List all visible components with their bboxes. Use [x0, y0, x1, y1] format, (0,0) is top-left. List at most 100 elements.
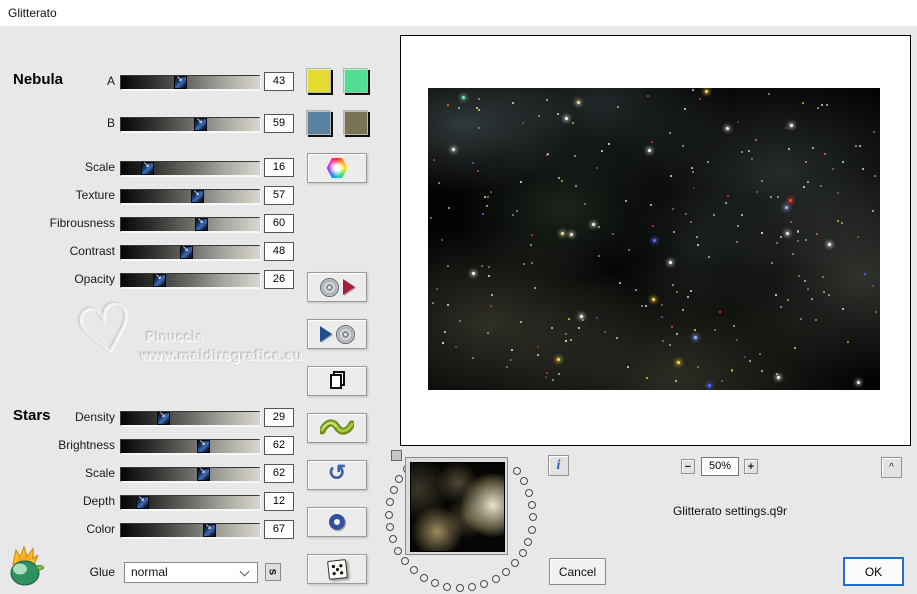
star — [690, 290, 692, 292]
star — [552, 379, 554, 381]
star — [785, 206, 788, 209]
slider-thumb[interactable]: ↘ — [136, 494, 149, 509]
nebula-b-slider[interactable]: ↘ — [120, 116, 260, 132]
reset-button[interactable] — [307, 507, 367, 537]
slider-thumb[interactable]: ↘ — [141, 160, 154, 175]
nebula-contrast-slider[interactable]: ↘ — [120, 244, 260, 260]
star — [761, 370, 763, 372]
memory-dot[interactable] — [443, 583, 451, 591]
memory-dot[interactable] — [395, 475, 403, 483]
stars-depth-slider[interactable]: ↘ — [120, 494, 260, 510]
memory-dot[interactable] — [389, 535, 397, 543]
memory-dot[interactable] — [520, 477, 528, 485]
settings-thumbnail[interactable] — [410, 462, 505, 552]
memory-dot[interactable] — [529, 513, 537, 521]
memory-dot-anchor[interactable] — [391, 450, 402, 461]
stars-depth-value[interactable]: 12 — [264, 492, 294, 511]
glue-dropdown[interactable]: normal — [124, 562, 258, 583]
copy-settings-button[interactable] — [307, 366, 367, 396]
nebula-scale-slider[interactable]: ↘ — [120, 160, 260, 176]
slider-thumb[interactable]: ↘ — [180, 244, 193, 259]
memory-dot[interactable] — [492, 575, 500, 583]
info-button[interactable]: i — [548, 455, 569, 476]
memory-dot[interactable] — [401, 557, 409, 565]
nebula-contrast-value[interactable]: 48 — [264, 242, 294, 261]
nebula-opacity-value[interactable]: 26 — [264, 270, 294, 289]
nebula-a-value[interactable]: 43 — [264, 72, 294, 91]
memory-dot[interactable] — [385, 511, 393, 519]
nebula-color-b2-swatch[interactable] — [343, 110, 368, 135]
star — [534, 287, 536, 289]
stars-scale-slider[interactable]: ↘ — [120, 466, 260, 482]
stars-slider-row: Brightness ↘ 62 — [0, 436, 300, 458]
stars-density-value[interactable]: 29 — [264, 408, 294, 427]
save-settings-button[interactable] — [307, 272, 367, 302]
memory-dot[interactable] — [456, 584, 464, 592]
memory-dot[interactable] — [528, 526, 536, 534]
memory-dot[interactable] — [513, 467, 521, 475]
slider-thumb[interactable]: ↘ — [203, 522, 216, 537]
memory-dot[interactable] — [511, 559, 519, 567]
star — [662, 340, 664, 342]
randomize-button[interactable] — [307, 554, 367, 584]
nebula-color-a2-swatch[interactable] — [343, 68, 368, 93]
memory-dot[interactable] — [502, 568, 510, 576]
slider-thumb[interactable]: ↘ — [197, 466, 210, 481]
memory-dot[interactable] — [420, 574, 428, 582]
stars-color-slider[interactable]: ↘ — [120, 522, 260, 538]
color-picker-button[interactable] — [307, 153, 367, 183]
nebula-texture-slider[interactable]: ↘ — [120, 188, 260, 204]
nebula-texture-value[interactable]: 57 — [264, 186, 294, 205]
memory-dot[interactable] — [410, 566, 418, 574]
stars-scale-value[interactable]: 62 — [264, 464, 294, 483]
memory-dot[interactable] — [394, 547, 402, 555]
memory-dot[interactable] — [524, 538, 532, 546]
memory-dot[interactable] — [468, 583, 476, 591]
memory-dot[interactable] — [525, 489, 533, 497]
stars-color-value[interactable]: 67 — [264, 520, 294, 539]
collapse-button[interactable]: ^ — [881, 457, 902, 478]
window-title: Glitterato — [8, 6, 57, 20]
memory-dot[interactable] — [386, 523, 394, 531]
stars-brightness-slider[interactable]: ↘ — [120, 438, 260, 454]
nebula-opacity-slider[interactable]: ↘ — [120, 272, 260, 288]
memory-dot[interactable] — [386, 498, 394, 506]
watermark-line2: www.maidiregrafica.eu — [140, 347, 303, 363]
glue-cycle-button[interactable]: s — [265, 563, 281, 581]
nebula-fibrousness-slider[interactable]: ↘ — [120, 216, 260, 232]
nebula-a-slider[interactable]: ↘ — [120, 74, 260, 90]
stars-brightness-value[interactable]: 62 — [264, 436, 294, 455]
zoom-in-button[interactable]: + — [744, 459, 758, 474]
memory-dot[interactable] — [519, 549, 527, 557]
slider-thumb[interactable]: ↘ — [194, 116, 207, 131]
memory-dot[interactable] — [528, 501, 536, 509]
memory-dot[interactable] — [390, 486, 398, 494]
slider-thumb[interactable]: ↘ — [195, 216, 208, 231]
nebula-fibrousness-value[interactable]: 60 — [264, 214, 294, 233]
memory-dot[interactable] — [480, 580, 488, 588]
nebula-color-a1-swatch[interactable] — [306, 68, 331, 93]
stars-density-slider[interactable]: ↘ — [120, 410, 260, 426]
slider-thumb[interactable]: ↘ — [197, 438, 210, 453]
star — [815, 319, 817, 321]
ok-button[interactable]: OK — [843, 557, 904, 586]
star — [511, 349, 513, 351]
star — [612, 233, 614, 235]
cancel-button[interactable]: Cancel — [549, 558, 606, 585]
star — [790, 221, 792, 223]
nebula-b-value[interactable]: 59 — [264, 114, 294, 133]
nebula-scale-value[interactable]: 16 — [264, 158, 294, 177]
slider-thumb[interactable]: ↘ — [153, 272, 166, 287]
slider-thumb[interactable]: ↘ — [157, 410, 170, 425]
undo-button[interactable]: ↺ — [307, 460, 367, 490]
load-settings-button[interactable] — [307, 319, 367, 349]
star — [625, 200, 627, 202]
memory-dot[interactable] — [431, 579, 439, 587]
slider-thumb[interactable]: ↘ — [174, 74, 187, 89]
preview-image[interactable] — [428, 88, 880, 390]
slider-thumb[interactable]: ↘ — [191, 188, 204, 203]
zoom-out-button[interactable]: − — [681, 459, 695, 474]
watermark-heart-icon: ♡ — [68, 287, 143, 373]
nebula-color-b1-swatch[interactable] — [306, 110, 331, 135]
ribbon-button[interactable] — [307, 413, 367, 443]
